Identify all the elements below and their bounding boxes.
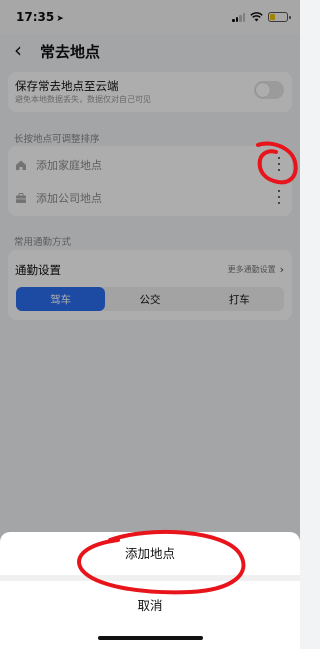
cancel-button[interactable]: 取消 (0, 584, 300, 624)
home-indicator (98, 636, 203, 640)
sheet-divider (0, 575, 300, 581)
action-sheet: 添加地点 取消 (0, 532, 300, 649)
add-place-button[interactable]: 添加地点 (0, 532, 300, 572)
